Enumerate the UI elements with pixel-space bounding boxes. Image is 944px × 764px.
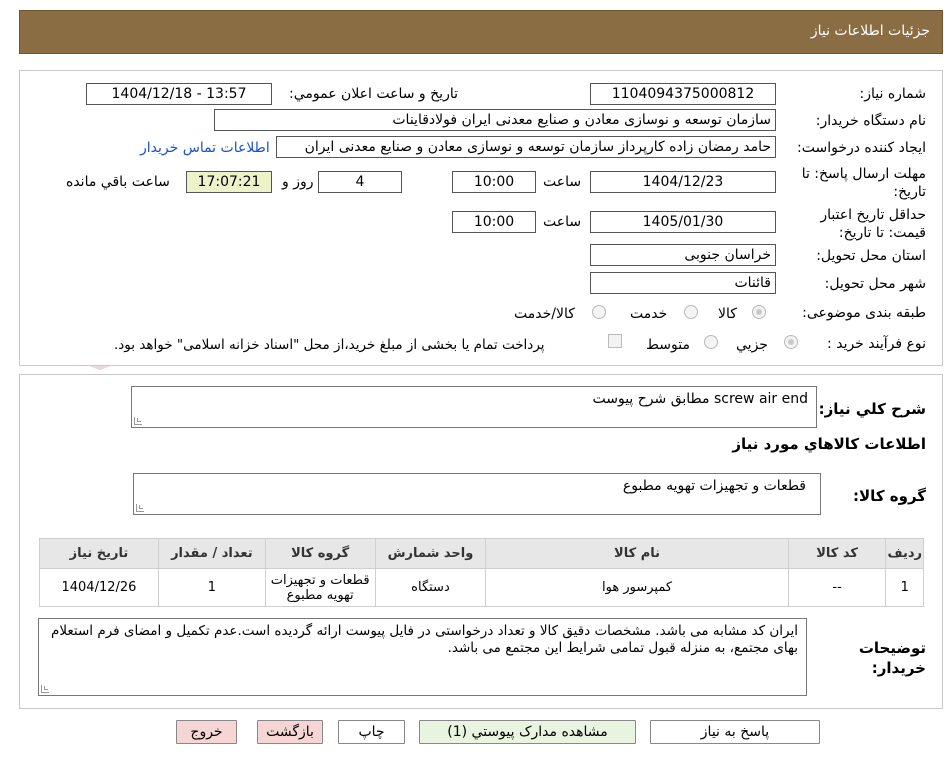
cell-row-number: 1 [885,568,924,607]
goods-group-field[interactable]: قطعات و تجهیزات تهویه مطبوع [133,473,821,515]
items-heading: اطلاعات کالاهاي مورد نیاز [732,435,926,453]
time-remaining-label: ساعت باقي مانده [66,174,170,190]
announce-datetime-label: تاریخ و ساعت اعلان عمومي: [289,86,458,102]
view-attachments-button[interactable]: مشاهده مدارک پیوستي (1) [419,720,636,744]
category-goods-service-radio[interactable] [592,305,606,319]
price-validity-date-field: 1405/01/30 [590,211,776,233]
page-title: جزئیات اطلاعات نیاز [810,23,930,39]
general-description-label: شرح کلي نیاز: [818,400,926,418]
treasury-note: پرداخت تمام یا بخشی از مبلغ خرید،از محل … [114,337,545,353]
category-goods-service-label: کالا/خدمت [514,306,575,322]
need-number-label: شماره نیاز: [859,86,927,102]
price-validity-label: حداقل تاریخ اعتبار قیمت: تا تاریخ: [820,207,926,241]
cell-unit: دستگاه [374,568,487,607]
announce-datetime-field: 1404/12/18 - 13:57 [86,83,272,105]
cell-quantity: 1 [157,568,266,607]
requester-field: حامد رمضان زاده کارپرداز سازمان توسعه و … [276,136,776,158]
reply-deadline-time-field: 10:00 [452,171,536,193]
buyer-notes-label: توضیحات خریدار: [858,639,926,677]
purchase-medium-label: متوسط [646,337,690,353]
price-validity-time-field: 10:00 [452,211,536,233]
print-button[interactable]: چاپ [338,720,405,744]
goods-group-text: قطعات و تجهیزات تهویه مطبوع [622,478,806,494]
table-header-row: ردیف کد کالا نام کالا واحد شمارش گروه کا… [39,538,924,569]
category-label: طبقه بندی موضوعی: [802,305,926,321]
category-goods-label: کالا [718,306,737,322]
back-button[interactable]: بازگشت [257,720,323,744]
exit-button[interactable]: خروج [176,720,237,744]
need-number-field: 1104094375000812 [590,83,776,105]
resize-grip-icon[interactable] [134,417,142,425]
reply-button[interactable]: پاسخ به نیاز [650,720,820,744]
cell-name: کمپرسور هوا [485,568,789,607]
buyer-notes-text: ایران کد مشابه می باشد. مشخصات دقیق کالا… [50,623,798,656]
col-header-row-number: ردیف [885,538,924,569]
resize-grip-icon[interactable] [136,504,144,512]
delivery-province-field: خراسان جنوبی [590,244,776,266]
col-header-code: کد کالا [787,538,887,569]
category-service-radio[interactable] [684,305,698,319]
general-description-text: screw air end مطابق شرح پیوست [592,391,808,407]
days-remaining-field: 4 [318,171,402,193]
buyer-org-field: سازمان توسعه و نوسازی معادن و صنایع معدن… [214,109,776,131]
requester-label: ایجاد کننده درخواست: [797,140,926,156]
col-header-group: گروه کالا [264,538,376,569]
days-label: روز و [282,174,314,190]
delivery-city-label: شهر محل تحویل: [824,276,926,292]
col-header-need-date: تاریخ نیاز [39,538,159,569]
purchase-medium-radio[interactable] [704,335,718,349]
general-description-field[interactable]: screw air end مطابق شرح پیوست [131,386,817,428]
col-header-name: نام کالا [485,538,789,569]
category-service-label: خدمت [630,306,668,322]
goods-group-label: گروه کالا: [853,487,926,505]
buyer-org-label: نام دستگاه خریدار: [815,113,926,129]
cell-group: قطعات و تجهیزات تهویه مطبوع [264,568,376,607]
resize-grip-icon[interactable] [41,685,49,693]
reply-time-label: ساعت [543,174,582,190]
cell-code: -- [787,568,887,607]
col-header-quantity: تعداد / مقدار [157,538,266,569]
table-row: 1 -- کمپرسور هوا دستگاه قطعات و تجهیزات … [39,568,924,607]
price-validity-time-label: ساعت [543,214,582,230]
buyer-contact-link[interactable]: اطلاعات تماس خریدار [140,140,270,156]
purchase-type-label: نوع فرآیند خرید : [827,336,926,352]
category-goods-radio[interactable] [752,305,766,319]
treasury-checkbox[interactable] [608,334,622,348]
cell-need-date: 1404/12/26 [39,568,159,607]
time-remaining-field: 17:07:21 [186,171,272,193]
buyer-notes-field[interactable]: ایران کد مشابه می باشد. مشخصات دقیق کالا… [38,618,807,696]
delivery-city-field: قائنات [590,272,776,294]
page-header: جزئیات اطلاعات نیاز [19,10,943,54]
items-table: ردیف کد کالا نام کالا واحد شمارش گروه کا… [39,538,924,607]
purchase-minor-label: جزیي [736,337,768,353]
delivery-province-label: استان محل تحویل: [816,248,926,264]
reply-deadline-date-field: 1404/12/23 [590,171,776,193]
col-header-unit: واحد شمارش [374,538,487,569]
purchase-minor-radio[interactable] [784,335,798,349]
reply-deadline-label: مهلت ارسال پاسخ: تا تاریخ: [801,166,926,200]
